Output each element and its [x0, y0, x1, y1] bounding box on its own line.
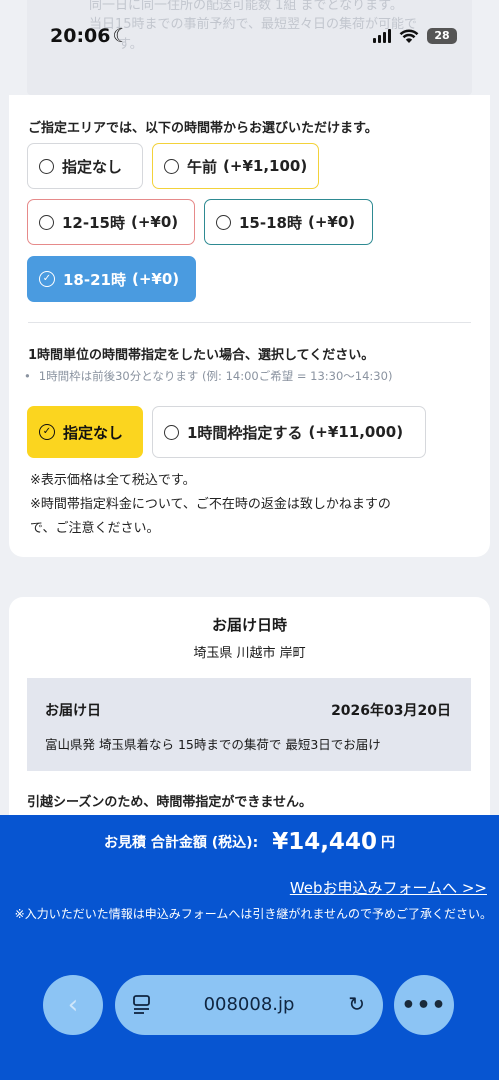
area-time-heading: ご指定エリアでは、以下の時間帯からお選びいただけます。	[28, 121, 378, 136]
option-15-18[interactable]: 15-18時 (+¥0)	[204, 199, 373, 245]
hourly-heading: 1時間単位の時間帯指定をしたい場合、選択してください。	[28, 348, 375, 363]
status-icons: 28	[373, 28, 457, 44]
refund-note-line1: ※時間帯指定料金について、ご不在時の返金は致しかねますの	[30, 497, 391, 512]
radio-icon	[164, 158, 179, 174]
more-menu-button[interactable]: •••	[394, 975, 454, 1035]
delivery-date-sub: 富山県発 埼玉県着なら 15時までの集荷で 最短3日でお届け	[45, 737, 381, 752]
url-text: 008008.jp	[203, 994, 295, 1015]
bullet-icon: •	[24, 369, 31, 383]
option-label: 12-15時	[62, 213, 125, 232]
check-circle-icon: ✓	[39, 424, 55, 440]
total-amount: ¥14,440	[272, 829, 377, 855]
option-label: 18-21時	[63, 270, 126, 289]
web-form-link[interactable]: Webお申込みフォームへ >>	[290, 877, 487, 898]
option-price: (+¥0)	[307, 213, 356, 231]
option-label: 指定なし	[62, 157, 123, 176]
address-bar[interactable]: 008008.jp ↻	[115, 975, 383, 1035]
delivery-date-label: お届け日	[45, 703, 101, 719]
check-circle-icon: ✓	[39, 271, 55, 287]
total-row: お見積 合計金額 (税込): ¥14,440 円	[0, 829, 499, 855]
wifi-icon	[399, 28, 419, 43]
battery-icon: 28	[427, 28, 457, 44]
clock-text: 20:06	[50, 25, 111, 47]
status-time: 20:06 ☾	[50, 25, 130, 47]
reload-icon[interactable]: ↻	[348, 992, 365, 1016]
option-none[interactable]: 指定なし	[27, 143, 143, 189]
delivery-date-value: 2026年03月20日	[331, 703, 451, 719]
tax-note: ※表示価格は全て税込です。	[30, 473, 196, 488]
signal-icon	[373, 29, 391, 43]
option-label: 1時間枠指定する	[187, 423, 303, 442]
moon-icon: ☾	[112, 25, 130, 47]
chevron-left-icon: ‹	[67, 990, 79, 1020]
radio-icon	[39, 214, 54, 230]
season-warning: 引越シーズンのため、時間帯指定ができません。	[27, 795, 312, 810]
delivery-location: 埼玉県 川越市 岸町	[193, 646, 306, 661]
total-unit: 円	[380, 835, 395, 851]
option-price: (+¥0)	[130, 213, 179, 231]
option-label: 15-18時	[239, 213, 302, 232]
hint-text: 1時間枠は前後30分となります (例: 14:00ご希望 = 13:30〜14:…	[38, 369, 393, 383]
estimate-footer: お見積 合計金額 (税込): ¥14,440 円 Webお申込みフォームへ >> ※…	[0, 815, 499, 1080]
radio-icon	[164, 424, 179, 440]
section-divider	[28, 322, 471, 323]
footer-note: ※入力いただいた情報は申込みフォームへは引き継がれませんので予めご了承ください。	[14, 907, 492, 921]
refund-note-line2: で、ご注意ください。	[30, 521, 160, 536]
hourly-option-enable[interactable]: 1時間枠指定する (+¥11,000)	[152, 406, 426, 458]
delivery-date-box: お届け日 2026年03月20日 富山県発 埼玉県着なら 15時までの集荷で 最…	[27, 678, 471, 771]
option-label: 午前	[187, 157, 218, 176]
radio-icon	[39, 158, 54, 174]
option-morning[interactable]: 午前 (+¥1,100)	[152, 143, 319, 189]
radio-icon	[216, 214, 231, 230]
hourly-option-none[interactable]: ✓ 指定なし	[27, 406, 143, 458]
hourly-hint: • 1時間枠は前後30分となります (例: 14:00ご希望 = 13:30〜14…	[24, 368, 392, 384]
option-12-15[interactable]: 12-15時 (+¥0)	[27, 199, 195, 245]
back-button[interactable]: ‹	[43, 975, 103, 1035]
total-label: お見積 合計金額 (税込):	[104, 835, 259, 851]
option-price: (+¥1,100)	[223, 157, 308, 175]
delivery-title: お届け日時	[211, 616, 287, 634]
option-price: (+¥11,000)	[308, 423, 404, 441]
ellipsis-icon: •••	[401, 992, 447, 1018]
option-price: (+¥0)	[131, 270, 180, 288]
option-18-21[interactable]: ✓ 18-21時 (+¥0)	[27, 256, 196, 302]
status-bar: 20:06 ☾ 28	[0, 0, 499, 70]
option-label: 指定なし	[63, 423, 124, 442]
